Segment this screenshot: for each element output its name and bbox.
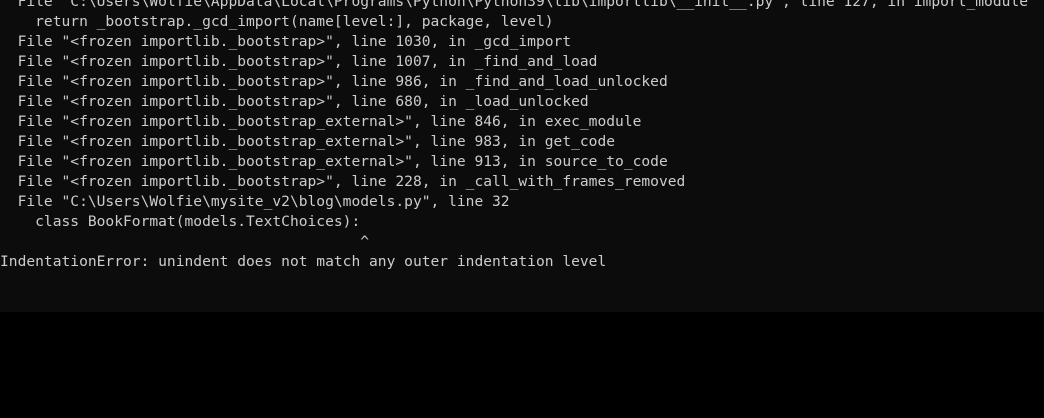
traceback-caret-marker: ^ (0, 233, 370, 250)
traceback-line-gcd-import: File "<frozen importlib._bootstrap>", li… (0, 33, 572, 50)
traceback-line-models-py: File "C:\Users\Wolfie\mysite_v2\blog\mod… (0, 193, 510, 210)
traceback-line-get-code: File "<frozen importlib._bootstrap_exter… (0, 133, 616, 150)
empty-background (0, 312, 1044, 418)
traceback-code-return: return _bootstrap._gcd_import(name[level… (0, 13, 554, 30)
traceback-line-load-unlocked: File "<frozen importlib._bootstrap>", li… (0, 93, 589, 110)
terminal-output: File "C:\Users\Wolfie\AppData\Local\Prog… (0, 0, 1044, 272)
traceback-line-find-and-load-unlocked: File "<frozen importlib._bootstrap>", li… (0, 73, 668, 90)
traceback-line-exec-module: File "<frozen importlib._bootstrap_exter… (0, 113, 642, 130)
terminal-window[interactable]: File "C:\Users\Wolfie\AppData\Local\Prog… (0, 0, 1044, 312)
traceback-code-class-bookformat: class BookFormat(models.TextChoices): (0, 213, 361, 230)
error-message: IndentationError: unindent does not matc… (0, 253, 607, 270)
traceback-line-source-to-code: File "<frozen importlib._bootstrap_exter… (0, 153, 668, 170)
traceback-line-import-module: File "C:\Users\Wolfie\AppData\Local\Prog… (0, 0, 1028, 10)
traceback-line-find-and-load: File "<frozen importlib._bootstrap>", li… (0, 53, 598, 70)
traceback-line-call-with-frames-removed: File "<frozen importlib._bootstrap>", li… (0, 173, 686, 190)
